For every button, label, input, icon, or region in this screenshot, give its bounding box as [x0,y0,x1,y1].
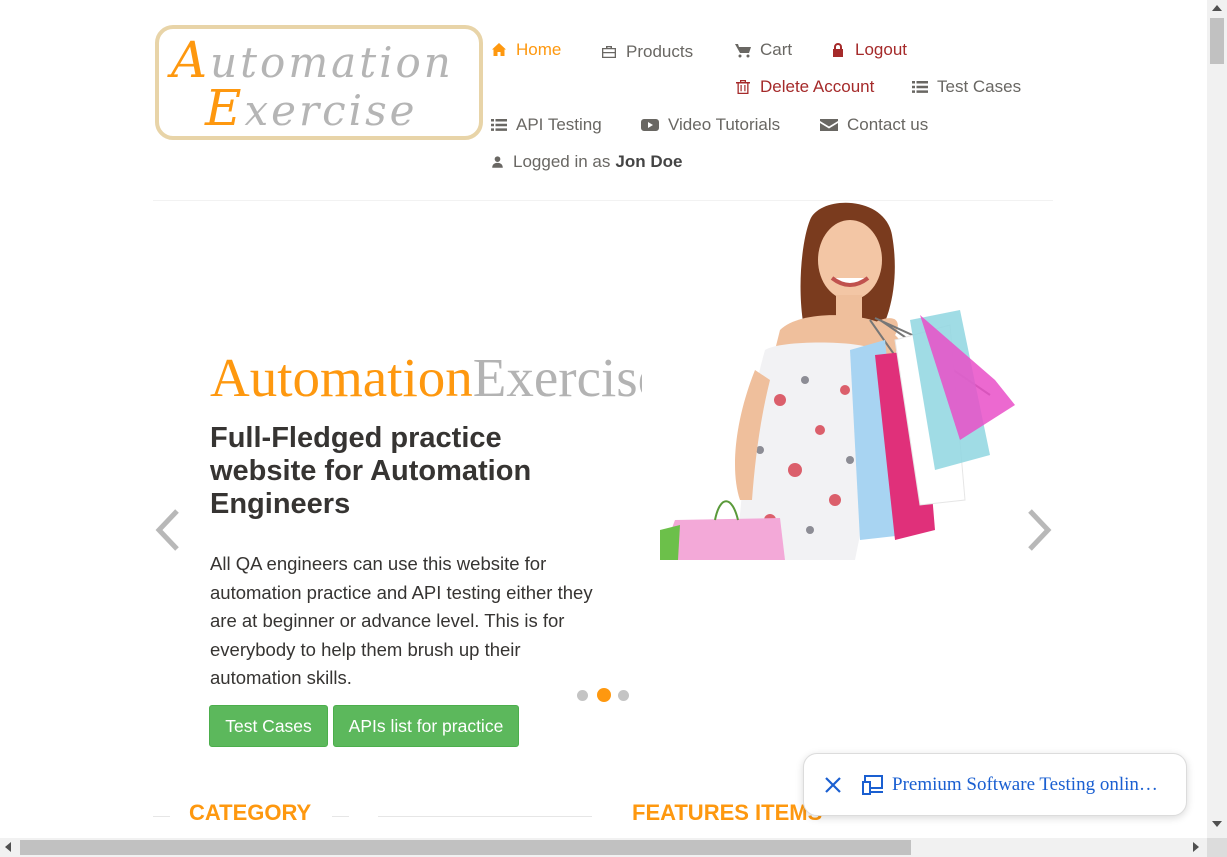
nav-delete-account[interactable]: Delete Account [735,77,874,97]
nav-cart[interactable]: Cart [735,40,792,60]
site-logo[interactable]: Automation Exercise [155,25,483,140]
nav-test-cases[interactable]: Test Cases [912,77,1021,97]
scroll-up-arrow-icon[interactable] [1212,5,1222,11]
slider-brand-title: AutomationExercise [210,346,642,409]
logo-letter: E [205,79,245,137]
slider-headline: Full-Fledged practice website for Automa… [210,422,532,520]
user-icon [492,156,503,168]
scroll-down-arrow-icon[interactable] [1212,821,1222,827]
nav-test-cases-label: Test Cases [937,77,1022,96]
nav-api-testing[interactable]: API Testing [491,115,602,135]
apis-list-button[interactable]: APIs list for practice [333,705,519,747]
nav-logout-label: Logout [855,40,907,59]
nav-products-label: Products [626,42,694,61]
username: Jon Doe [615,152,683,171]
popup-link-text[interactable]: Premium Software Testing online courses [892,774,1160,796]
nav-home[interactable]: Home [491,40,561,60]
nav-video-tutorials-label: Video Tutorials [668,115,781,134]
category-heading: CATEGORY [189,800,312,825]
scroll-right-arrow-icon[interactable] [1193,842,1199,852]
brand-part-2: Exercise [472,347,642,408]
horizontal-scrollbar[interactable] [0,838,1207,857]
slider-dot-active[interactable] [597,688,611,702]
home-icon [492,43,506,56]
brand-part-1: Automation [210,347,473,408]
test-cases-button[interactable]: Test Cases [209,705,328,747]
logged-in-prefix: Logged in as [513,152,611,171]
scroll-left-arrow-icon[interactable] [5,842,11,852]
nav-cart-label: Cart [760,40,793,59]
logo-text: xercise [244,86,418,135]
slider-prev-arrow[interactable] [153,507,183,553]
slider-dot[interactable] [577,689,588,701]
section-divider [153,816,170,817]
nav-home-label: Home [516,40,562,59]
nav-logout[interactable]: Logout [830,40,907,60]
list-icon [912,81,928,93]
course-promo-popup[interactable]: Premium Software Testing online courses [803,753,1187,816]
nav-delete-account-label: Delete Account [760,77,875,96]
cart-icon [735,44,751,58]
features-items-heading: FEATURES ITEMS [632,800,823,825]
youtube-play-icon [641,119,659,131]
vertical-scrollbar[interactable] [1207,0,1227,838]
slider-indicators [577,688,638,702]
devices-icon [862,774,883,795]
nav-api-testing-label: API Testing [516,115,602,134]
close-icon[interactable] [822,774,844,796]
horizontal-scroll-thumb[interactable] [20,840,911,855]
logged-in-status: Logged in as Jon Doe [491,152,682,172]
lock-icon [833,43,843,57]
slider-dot[interactable] [618,689,629,701]
section-divider [378,816,592,817]
briefcase-icon [602,46,616,58]
slider-description: All QA engineers can use this website fo… [210,553,593,688]
section-divider [332,816,349,817]
nav-products[interactable]: Products [601,42,693,62]
nav-video-tutorials[interactable]: Video Tutorials [641,115,780,135]
list-icon [491,119,507,131]
nav-contact-us[interactable]: Contact us [820,115,928,135]
scrollbar-corner [1207,838,1227,857]
vertical-scroll-thumb[interactable] [1210,18,1224,64]
trash-icon [736,80,750,94]
envelope-icon [820,119,838,131]
nav-contact-us-label: Contact us [847,115,929,134]
slider-next-arrow[interactable] [1024,507,1054,553]
hero-girl-image [660,202,1015,560]
